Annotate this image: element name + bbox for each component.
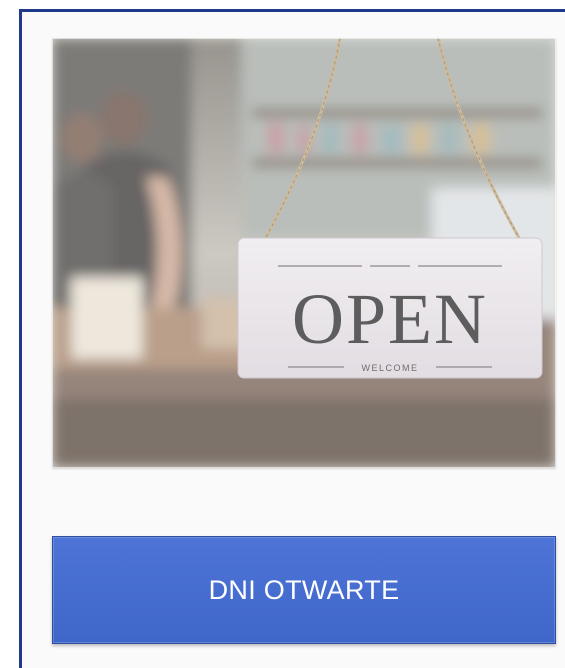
- page-background: OPEN WELCOME DNI OTWARTE: [0, 0, 565, 668]
- open-sign-photo: OPEN WELCOME: [52, 38, 556, 468]
- open-days-label: DNI OTWARTE: [208, 574, 400, 605]
- sign-welcome-text: WELCOME: [361, 363, 418, 373]
- sign-open-text: OPEN: [292, 279, 488, 359]
- open-days-button[interactable]: DNI OTWARTE: [52, 536, 556, 644]
